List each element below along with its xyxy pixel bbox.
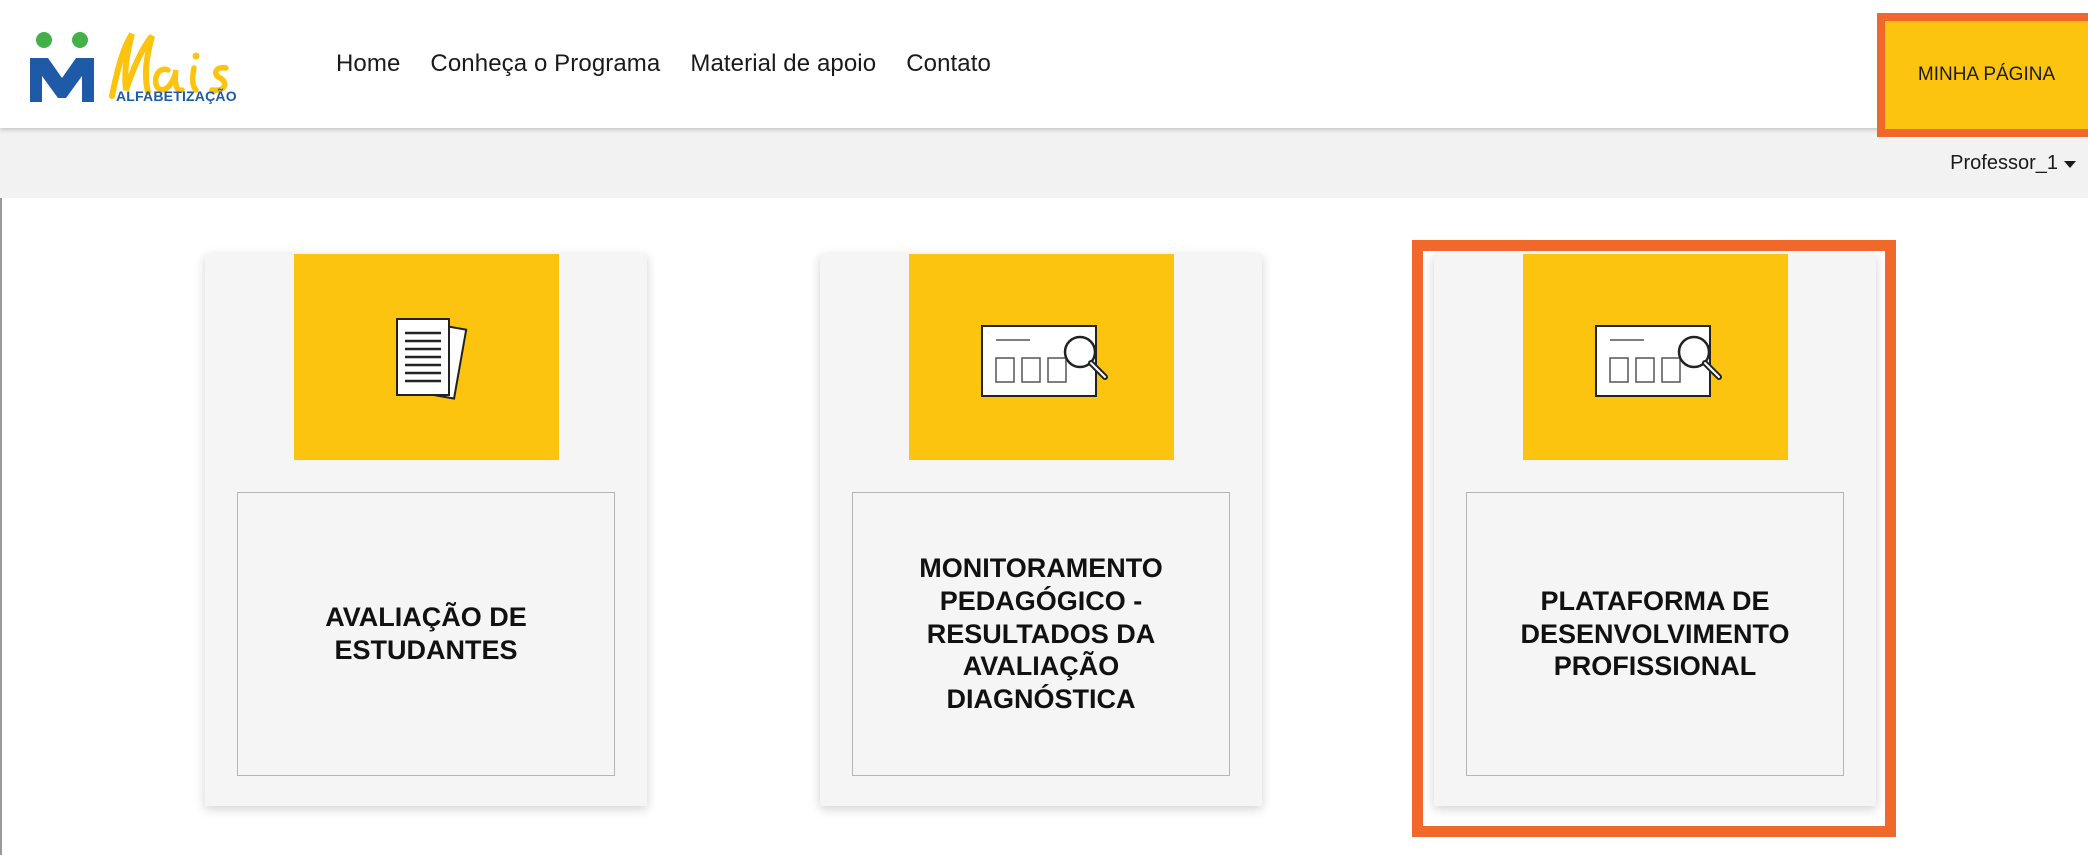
- card-icon-area: [1523, 254, 1788, 460]
- card-avaliacao-de-estudantes[interactable]: AVALIAÇÃO DE ESTUDANTES: [205, 254, 647, 806]
- card-icon-area: [294, 254, 559, 460]
- documents-icon: [395, 318, 467, 400]
- card-monitoramento-pedagogico[interactable]: MONITORAMENTO PEDAGÓGICO - RESULTADOS DA…: [820, 254, 1262, 806]
- user-menu-dropdown[interactable]: Professor_1: [1950, 152, 2076, 175]
- card-icon-area: [909, 254, 1174, 460]
- card-label-box: AVALIAÇÃO DE ESTUDANTES: [237, 492, 615, 776]
- card-title: AVALIAÇÃO DE ESTUDANTES: [325, 602, 527, 665]
- caret-down-icon: [2064, 161, 2076, 168]
- dashboard-search-icon: [980, 325, 1108, 397]
- card-title: PLATAFORMA DE DESENVOLVIMENTO PROFISSION…: [1520, 585, 1790, 682]
- user-subbar: Professor_1: [0, 128, 2088, 198]
- nav-conheca-o-programa[interactable]: Conheça o Programa: [430, 50, 660, 78]
- card-label-box: MONITORAMENTO PEDAGÓGICO - RESULTADOS DA…: [852, 492, 1230, 776]
- card-label-box: PLATAFORMA DE DESENVOLVIMENTO PROFISSION…: [1466, 492, 1844, 776]
- card-title: MONITORAMENTO PEDAGÓGICO - RESULTADOS DA…: [919, 552, 1163, 715]
- my-page-button[interactable]: MINHA PÁGINA: [1877, 13, 2088, 137]
- dashboard-search-icon: [1594, 325, 1722, 397]
- nav-material-de-apoio[interactable]: Material de apoio: [690, 50, 876, 78]
- main-nav: Home Conheça o Programa Material de apoi…: [336, 50, 991, 78]
- nav-contato[interactable]: Contato: [906, 50, 991, 78]
- card-plataforma-de-desenvolvimento-profissional[interactable]: PLATAFORMA DE DESENVOLVIMENTO PROFISSION…: [1434, 254, 1876, 806]
- nav-home[interactable]: Home: [336, 50, 400, 78]
- logo-tagline: ALFABETIZAÇÃO: [116, 88, 237, 104]
- top-header: ALFABETIZAÇÃO Home Conheça o Programa Ma…: [0, 0, 2088, 128]
- user-name: Professor_1: [1950, 152, 2058, 174]
- mais-alfabetizacao-logo[interactable]: ALFABETIZAÇÃO: [28, 26, 258, 110]
